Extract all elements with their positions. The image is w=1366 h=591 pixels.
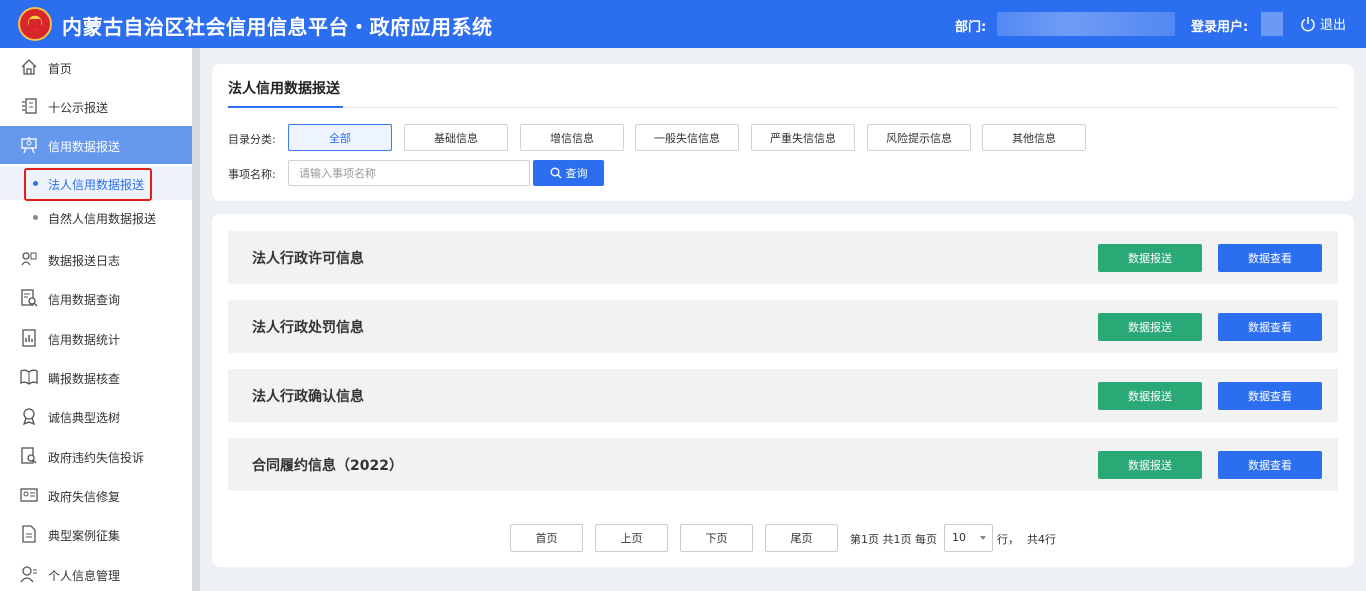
- sidebar-item-credit-data-report[interactable]: 信用数据报送: [0, 126, 192, 164]
- first-page-button[interactable]: 首页: [510, 524, 583, 552]
- rows-unit: 行，: [997, 533, 1019, 546]
- complaint-icon: [21, 447, 37, 464]
- sidebar-item-label: 诚信典型选树: [48, 411, 121, 425]
- data-report-button[interactable]: 数据报送: [1098, 313, 1202, 341]
- query-button[interactable]: 查询: [533, 160, 604, 186]
- logout-button[interactable]: 退出: [1300, 14, 1346, 33]
- row-title: 法人行政许可信息: [252, 251, 364, 267]
- sidebar-subitem-natural-person-report[interactable]: 自然人信用数据报送: [0, 200, 192, 234]
- category-credit-plus-button[interactable]: 增信信息: [520, 124, 624, 151]
- department-value-redacted: [997, 12, 1175, 36]
- user-icon: [20, 566, 37, 583]
- data-list-panel: 法人行政许可信息 数据报送 数据查看 法人行政处罚信息 数据报送 数据查看 法人…: [212, 214, 1354, 567]
- award-icon: [22, 408, 36, 425]
- list-icon: [22, 98, 37, 114]
- next-page-button[interactable]: 下页: [680, 524, 753, 552]
- data-report-button[interactable]: 数据报送: [1098, 382, 1202, 410]
- row-title: 合同履约信息（2022）: [252, 458, 403, 474]
- sidebar-item-credit-query[interactable]: 信用数据查询: [0, 279, 192, 317]
- category-other-button[interactable]: 其他信息: [982, 124, 1086, 151]
- list-item: 合同履约信息（2022） 数据报送 数据查看: [228, 438, 1338, 491]
- category-risk-warning-button[interactable]: 风险提示信息: [867, 124, 971, 151]
- row-title: 法人行政处罚信息: [252, 320, 364, 336]
- repair-icon: [20, 488, 38, 502]
- sidebar-item-case-collection[interactable]: 典型案例征集: [0, 515, 192, 553]
- sidebar-item-label: 信用数据统计: [48, 333, 121, 347]
- last-page-button[interactable]: 尾页: [765, 524, 838, 552]
- department-label: 部门:: [955, 20, 987, 35]
- data-report-button[interactable]: 数据报送: [1098, 451, 1202, 479]
- sidebar-item-label: 首页: [48, 62, 73, 76]
- sidebar-subitem-label: 法人信用数据报送: [48, 178, 145, 192]
- data-view-button[interactable]: 数据查看: [1218, 451, 1322, 479]
- book-icon: [20, 369, 38, 385]
- bullet-dot: [33, 215, 38, 220]
- sidebar-item-concealed-check[interactable]: 瞒报数据核查: [0, 358, 192, 396]
- category-all-button[interactable]: 全部: [288, 124, 392, 151]
- power-icon: [1301, 16, 1315, 31]
- tab-legal-person-report[interactable]: 法人信用数据报送: [228, 78, 340, 98]
- sidebar-scrollbar[interactable]: [192, 48, 200, 591]
- stats-icon: [22, 329, 36, 347]
- list-item: 法人行政确认信息 数据报送 数据查看: [228, 369, 1338, 422]
- item-name-label: 事项名称:: [228, 168, 276, 181]
- sidebar-item-integrity-model[interactable]: 诚信典型选树: [0, 397, 192, 435]
- category-serious-dishonest-button[interactable]: 严重失信信息: [751, 124, 855, 151]
- sidebar-item-label: 政府违约失信投诉: [48, 451, 145, 465]
- sidebar-item-label: 瞒报数据核查: [48, 372, 121, 386]
- log-icon: [21, 252, 37, 266]
- app-title: 内蒙古自治区社会信用信息平台・政府应用系统: [62, 15, 493, 39]
- page-info: 第1页 共1页 每页: [850, 533, 937, 546]
- sidebar-item-label: 信用数据报送: [48, 140, 121, 154]
- case-icon: [22, 525, 36, 543]
- login-user-value-redacted: [1261, 12, 1283, 36]
- sidebar-item-credit-stats[interactable]: 信用数据统计: [0, 319, 192, 357]
- sidebar-item-report-log[interactable]: 数据报送日志: [0, 240, 192, 278]
- category-basic-button[interactable]: 基础信息: [404, 124, 508, 151]
- list-item: 法人行政许可信息 数据报送 数据查看: [228, 231, 1338, 284]
- item-name-search-input[interactable]: [288, 160, 530, 186]
- sidebar-subitem-label: 自然人信用数据报送: [48, 212, 157, 226]
- home-icon: [21, 59, 37, 75]
- sidebar-item-ten-publicity[interactable]: 十公示报送: [0, 87, 192, 125]
- prev-page-button[interactable]: 上页: [595, 524, 668, 552]
- presentation-icon: [21, 137, 37, 154]
- top-header: 内蒙古自治区社会信用信息平台・政府应用系统 部门: 登录用户: 退出: [0, 0, 1366, 48]
- category-label: 目录分类:: [228, 133, 276, 146]
- login-user-label: 登录用户:: [1191, 20, 1249, 35]
- sidebar: 首页 十公示报送 信用数据报送 法人信用数据报送 自然人信用数据报送 数据报送日…: [0, 48, 192, 591]
- national-emblem-logo: [18, 7, 52, 41]
- sidebar-item-gov-repair[interactable]: 政府失信修复: [0, 476, 192, 514]
- sidebar-item-label: 典型案例征集: [48, 529, 121, 543]
- data-view-button[interactable]: 数据查看: [1218, 313, 1322, 341]
- tab-divider: [228, 107, 1338, 108]
- data-view-button[interactable]: 数据查看: [1218, 382, 1322, 410]
- page-size-value: 10: [952, 531, 966, 544]
- sidebar-item-gov-complaint[interactable]: 政府违约失信投诉: [0, 437, 192, 475]
- category-general-dishonest-button[interactable]: 一般失信信息: [635, 124, 739, 151]
- chevron-down-icon: [980, 536, 986, 540]
- list-item: 法人行政处罚信息 数据报送 数据查看: [228, 300, 1338, 353]
- data-report-button[interactable]: 数据报送: [1098, 244, 1202, 272]
- sidebar-item-personal-info[interactable]: 个人信息管理: [0, 555, 192, 591]
- sidebar-item-home[interactable]: 首页: [0, 48, 192, 86]
- data-view-button[interactable]: 数据查看: [1218, 244, 1322, 272]
- active-tab-underline: [228, 106, 343, 108]
- sidebar-item-label: 个人信息管理: [48, 569, 121, 583]
- bullet-dot: [33, 181, 38, 186]
- sidebar-item-label: 信用数据查询: [48, 293, 121, 307]
- page-size-select[interactable]: 10: [944, 524, 993, 552]
- sidebar-subitem-legal-person-report[interactable]: 法人信用数据报送: [0, 166, 192, 200]
- filter-panel: 法人信用数据报送 目录分类: 全部 基础信息 增信信息 一般失信信息 严重失信信…: [212, 64, 1354, 201]
- total-rows: 共4行: [1027, 533, 1056, 546]
- sidebar-item-label: 数据报送日志: [48, 254, 121, 268]
- logout-label: 退出: [1320, 18, 1347, 33]
- search-doc-icon: [21, 289, 38, 307]
- sidebar-item-label: 政府失信修复: [48, 490, 121, 504]
- row-title: 法人行政确认信息: [252, 389, 364, 405]
- sidebar-item-label: 十公示报送: [48, 101, 109, 115]
- query-label: 查询: [565, 167, 588, 180]
- search-icon: [550, 167, 561, 179]
